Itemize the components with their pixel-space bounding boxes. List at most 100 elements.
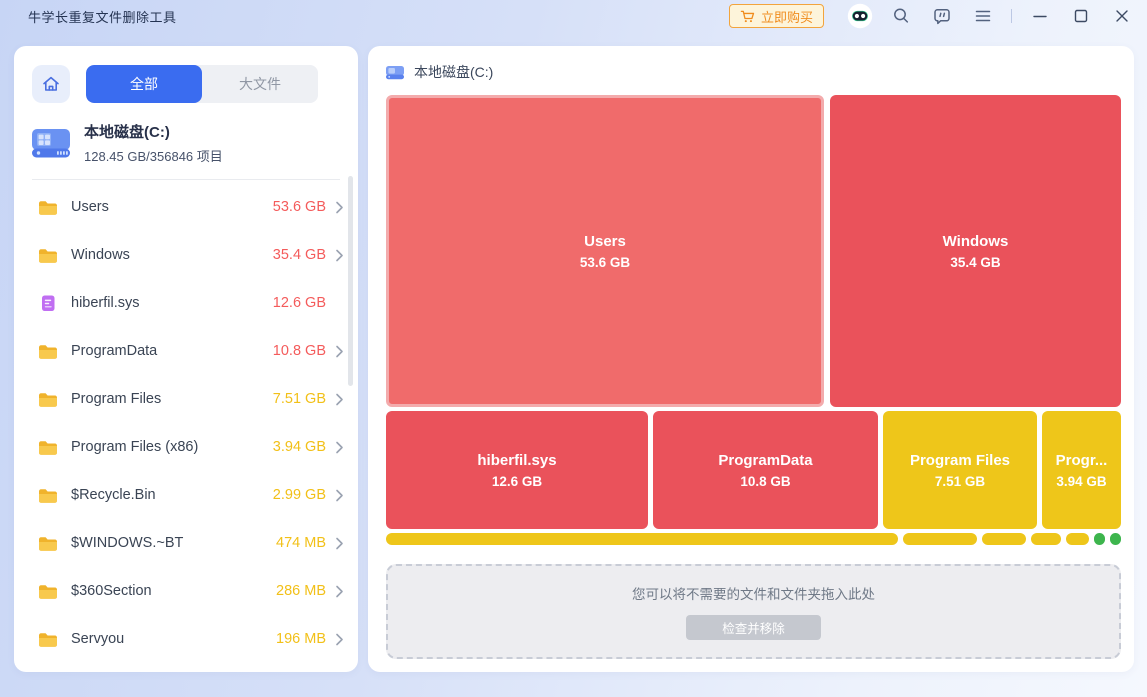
block-size: 3.94 GB xyxy=(1056,474,1106,489)
scope-tabs: 全部 大文件 xyxy=(86,65,318,103)
cart-icon xyxy=(740,9,755,24)
treemap-small-block[interactable] xyxy=(903,533,977,545)
list-item-windows-bt[interactable]: $WINDOWS.~BT 474 MB xyxy=(14,519,358,567)
maximize-button[interactable] xyxy=(1068,3,1094,29)
item-name: $360Section xyxy=(71,583,276,599)
search-icon[interactable] xyxy=(888,3,914,29)
main-header: 本地磁盘(C:) xyxy=(368,46,1134,82)
buy-now-button[interactable]: 立即购买 xyxy=(729,4,824,28)
chevron-right-icon[interactable] xyxy=(335,633,344,646)
item-size: 10.8 GB xyxy=(273,343,326,359)
block-size: 7.51 GB xyxy=(935,474,985,489)
item-size: 7.51 GB xyxy=(273,391,326,407)
sidebar-panel: 全部 大文件 本地磁盘(C:) 128.45 GB/356846 项目 xyxy=(14,46,358,672)
disk-icon xyxy=(30,125,72,161)
dropzone[interactable]: 您可以将不需要的文件和文件夹拖入此处 检查并移除 xyxy=(386,564,1121,659)
folder-list: Users 53.6 GB Windows 35.4 GB hiberfil.s… xyxy=(14,183,358,663)
chevron-right-icon[interactable] xyxy=(335,537,344,550)
list-item-recycle-bin[interactable]: $Recycle.Bin 2.99 GB xyxy=(14,471,358,519)
item-name: $WINDOWS.~BT xyxy=(71,535,276,551)
treemap-row-1: Users 53.6 GB Windows 35.4 GB xyxy=(386,95,1121,407)
chevron-right-icon[interactable] xyxy=(335,585,344,598)
block-size: 53.6 GB xyxy=(580,255,630,270)
treemap-small-block[interactable] xyxy=(386,533,898,545)
item-name: Program Files xyxy=(71,391,273,407)
treemap-small-block[interactable] xyxy=(982,533,1026,545)
titlebar: 牛学长重复文件删除工具 立即购买 xyxy=(0,0,1147,32)
folder-icon xyxy=(38,439,58,456)
treemap-block-users[interactable]: Users 53.6 GB xyxy=(386,95,824,407)
folder-icon xyxy=(38,487,58,504)
tab-all[interactable]: 全部 xyxy=(86,65,202,103)
block-name: Progr... xyxy=(1056,452,1108,469)
main-panel: 本地磁盘(C:) Users 53.6 GB Windows 35.4 GB h… xyxy=(368,46,1134,672)
check-remove-button[interactable]: 检查并移除 xyxy=(686,615,821,640)
treemap-block-programdata[interactable]: ProgramData 10.8 GB xyxy=(653,411,878,529)
tab-large-files[interactable]: 大文件 xyxy=(202,65,318,103)
list-item-servyou[interactable]: Servyou 196 MB xyxy=(14,615,358,663)
menu-icon[interactable] xyxy=(970,3,996,29)
block-name: ProgramData xyxy=(718,452,812,469)
item-name: Program Files (x86) xyxy=(71,439,273,455)
list-item-program-files[interactable]: Program Files 7.51 GB xyxy=(14,375,358,423)
folder-icon xyxy=(38,391,58,408)
chevron-right-icon[interactable] xyxy=(335,249,344,262)
disk-summary[interactable]: 本地磁盘(C:) 128.45 GB/356846 项目 xyxy=(14,103,358,165)
list-item-programdata[interactable]: ProgramData 10.8 GB xyxy=(14,327,358,375)
buy-now-label: 立即购买 xyxy=(761,7,813,26)
list-item-windows[interactable]: Windows 35.4 GB xyxy=(14,231,358,279)
list-item-hiberfil[interactable]: hiberfil.sys 12.6 GB xyxy=(14,279,358,327)
item-size: 286 MB xyxy=(276,583,326,599)
item-size: 53.6 GB xyxy=(273,199,326,215)
chevron-right-icon[interactable] xyxy=(335,201,344,214)
treemap-small-block[interactable] xyxy=(1066,533,1089,545)
titlebar-separator xyxy=(1011,9,1012,23)
list-item-users[interactable]: Users 53.6 GB xyxy=(14,183,358,231)
treemap-small-block[interactable] xyxy=(1094,533,1105,545)
dropzone-hint: 您可以将不需要的文件和文件夹拖入此处 xyxy=(632,583,875,603)
treemap: Users 53.6 GB Windows 35.4 GB hiberfil.s… xyxy=(386,95,1121,545)
folder-icon xyxy=(38,247,58,264)
treemap-small-block[interactable] xyxy=(1110,533,1121,545)
item-size: 2.99 GB xyxy=(273,487,326,503)
window-title: 牛学长重复文件删除工具 xyxy=(28,7,177,26)
block-name: Windows xyxy=(943,233,1009,250)
sidebar-header: 全部 大文件 xyxy=(14,46,358,103)
disk-icon-small xyxy=(385,64,405,81)
item-name: Servyou xyxy=(71,631,276,647)
chevron-right-icon[interactable] xyxy=(335,489,344,502)
block-size: 10.8 GB xyxy=(740,474,790,489)
treemap-row-2: hiberfil.sys 12.6 GB ProgramData 10.8 GB… xyxy=(386,411,1121,529)
minimize-button[interactable] xyxy=(1027,3,1053,29)
treemap-small-block[interactable] xyxy=(1031,533,1061,545)
chevron-right-icon[interactable] xyxy=(335,393,344,406)
chevron-right-icon[interactable] xyxy=(335,441,344,454)
item-name: Windows xyxy=(71,247,273,263)
item-name: hiberfil.sys xyxy=(71,295,273,311)
list-item-program-files-x86[interactable]: Program Files (x86) 3.94 GB xyxy=(14,423,358,471)
feedback-icon[interactable] xyxy=(929,3,955,29)
item-size: 35.4 GB xyxy=(273,247,326,263)
divider xyxy=(32,179,340,180)
folder-icon xyxy=(38,535,58,552)
item-size: 196 MB xyxy=(276,631,326,647)
treemap-block-windows[interactable]: Windows 35.4 GB xyxy=(830,95,1121,407)
purple-file-icon xyxy=(38,294,58,313)
treemap-block-hiberfil[interactable]: hiberfil.sys 12.6 GB xyxy=(386,411,648,529)
folder-icon xyxy=(38,583,58,600)
home-button[interactable] xyxy=(32,65,70,103)
block-size: 12.6 GB xyxy=(492,474,542,489)
disk-name: 本地磁盘(C:) xyxy=(84,121,223,142)
home-icon xyxy=(41,74,61,94)
list-item-360section[interactable]: $360Section 286 MB xyxy=(14,567,358,615)
block-name: Program Files xyxy=(910,452,1010,469)
close-button[interactable] xyxy=(1109,3,1135,29)
main-disk-name: 本地磁盘(C:) xyxy=(414,62,493,82)
block-name: Users xyxy=(584,233,626,250)
sidebar-scrollbar[interactable] xyxy=(348,176,353,386)
treemap-block-program-files-x86[interactable]: Progr... 3.94 GB xyxy=(1042,411,1121,529)
chevron-right-icon[interactable] xyxy=(335,345,344,358)
assistant-robot-icon[interactable] xyxy=(847,3,873,29)
treemap-block-program-files[interactable]: Program Files 7.51 GB xyxy=(883,411,1037,529)
item-size: 3.94 GB xyxy=(273,439,326,455)
